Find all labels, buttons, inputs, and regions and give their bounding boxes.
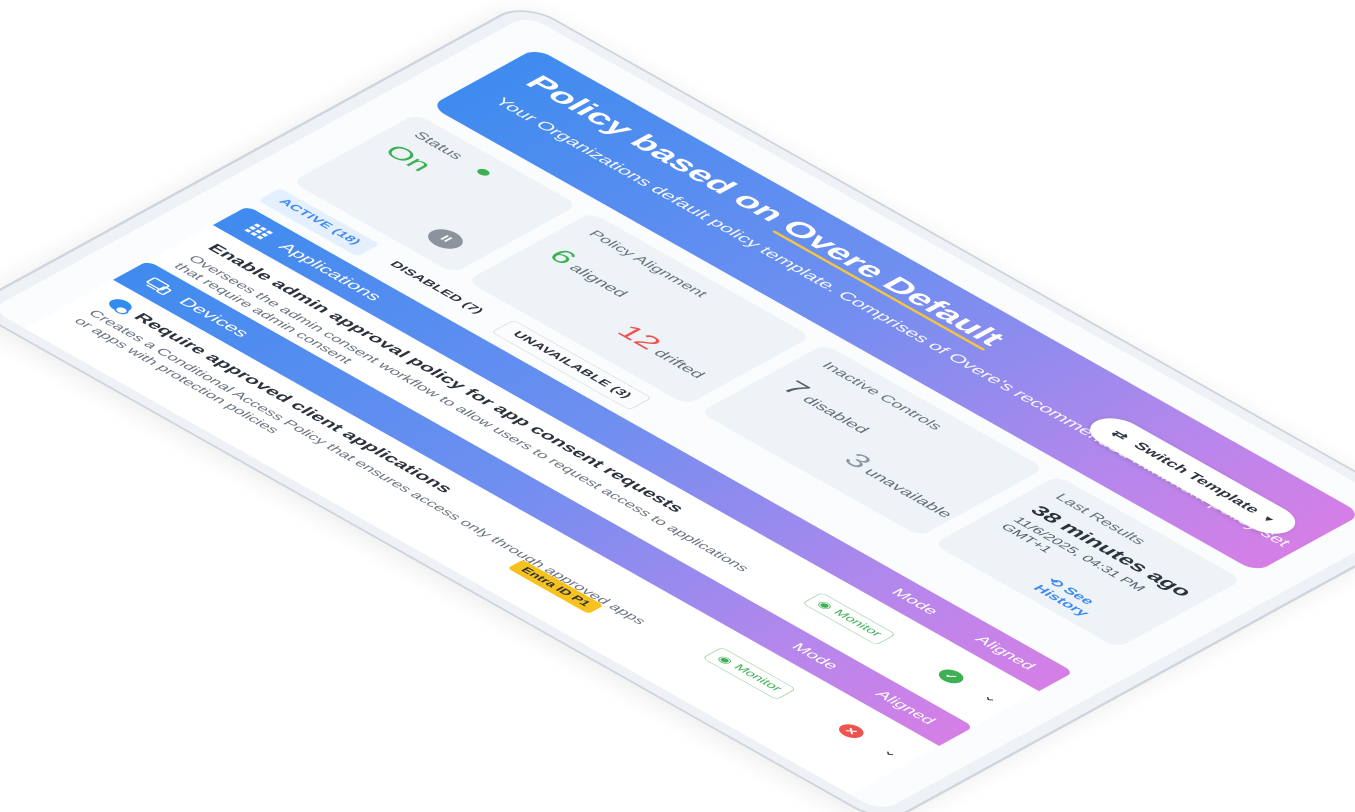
policy-dashboard: Policy based on Overe Default Your Organ…: [0, 15, 1355, 812]
column-mode: Mode: [619, 733, 674, 764]
expand-chevron-icon[interactable]: ⌄: [879, 746, 904, 760]
envelope-icon: [0, 368, 9, 389]
pause-button[interactable]: II: [421, 225, 470, 253]
eye-icon: ◉: [713, 654, 736, 667]
switch-arrows-icon: ⇄: [1108, 428, 1133, 442]
mode-label: Monitor: [648, 707, 703, 739]
devices-icon: [140, 276, 177, 297]
switch-template-label: Switch Template: [1129, 440, 1264, 516]
unavailable-stat: 3unavailable: [837, 449, 966, 522]
disabled-label: disabled: [798, 393, 873, 436]
unavailable-label: unavailable: [860, 466, 957, 521]
eye-icon: ◉: [631, 699, 654, 712]
drifted-x-icon: ✕: [751, 766, 787, 786]
grid-icon: [240, 221, 277, 242]
column-aligned: Aligned: [703, 780, 772, 812]
chevron-down-icon: ▾: [1261, 514, 1277, 524]
category-name: Email Security: [6, 387, 136, 461]
expand-chevron-icon[interactable]: ⌄: [796, 791, 822, 805]
entra-cloud-icon: [22, 341, 54, 360]
see-history-label: See History: [1030, 582, 1099, 619]
status-dot-icon: [474, 167, 492, 178]
entra-cloud-icon: [104, 296, 137, 315]
license-badge: Entra ID P1: [424, 604, 522, 660]
tablet-device: Policy based on Overe Default Your Organ…: [0, 0, 1355, 812]
drifted-label: drifted: [649, 347, 709, 381]
expand-chevron-icon[interactable]: ⌄: [979, 691, 1004, 705]
eye-icon: ◉: [813, 599, 836, 612]
aligned-label: aligned: [565, 262, 632, 300]
drifted-stat: 12drifted: [610, 321, 719, 382]
